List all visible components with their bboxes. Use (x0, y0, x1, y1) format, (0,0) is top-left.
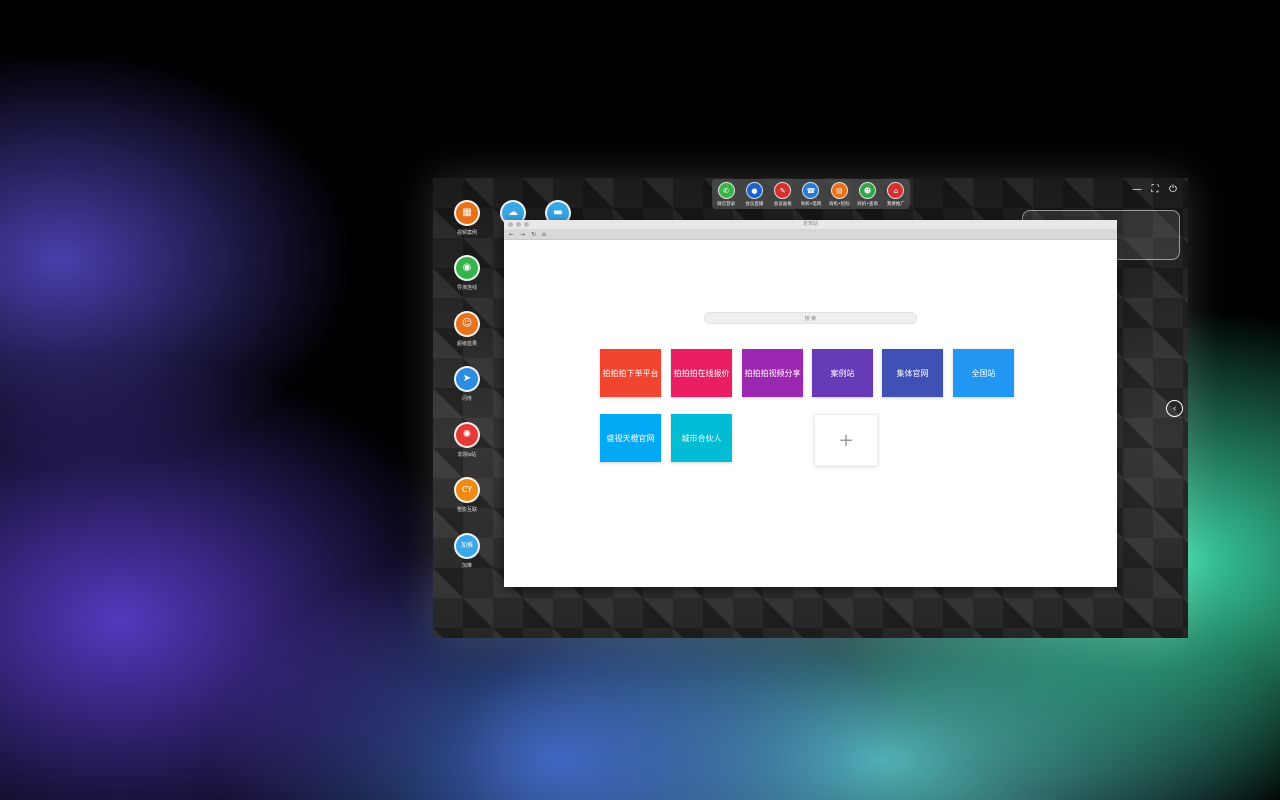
desktop-icon-label: 视频案例 (456, 230, 477, 236)
home-icon[interactable]: ⌂ (542, 231, 546, 238)
tile-online-quote[interactable]: 拍拍拍在线报价 (671, 349, 732, 397)
traffic-lights (508, 222, 529, 227)
film-icon: ▦ (454, 200, 480, 226)
tile-city-partner[interactable]: 城市合伙人 (671, 414, 732, 462)
chevron-left-icon[interactable]: ‹ (1166, 400, 1183, 417)
dock-item-label: 我要推广 (886, 202, 905, 207)
desktop-icon-label: 加推 (461, 563, 472, 569)
desktop-icon-flash-transfer[interactable]: ➤ 闪传 (447, 366, 487, 402)
jiatui-icon: 加推 (454, 533, 480, 559)
close-dot-icon[interactable] (508, 222, 513, 227)
aperture-icon: ✺ (454, 422, 480, 448)
browser-titlebar: 定宋站 (504, 220, 1117, 229)
search-input[interactable]: 搜 索 (704, 312, 917, 324)
tile-video-share[interactable]: 拍拍拍视频分享 (742, 349, 803, 397)
dock-item-label: 微信登录 (717, 202, 736, 207)
minimize-icon[interactable]: — (1132, 184, 1142, 195)
desktop-icon-video-cases[interactable]: ▦ 视频案例 (447, 200, 487, 236)
live-icon: ● (745, 182, 763, 199)
desktop-icon-cy[interactable]: CY 橙影互联 (447, 477, 487, 513)
dock-item-wechat-login[interactable]: ✆ 微信登录 (713, 182, 739, 207)
browser-window: 定宋站 ← → ↻ ⌂ 搜 索 拍拍拍下单平台 拍拍拍在线报价 拍拍拍视频分享 … (504, 220, 1117, 587)
desktop-icon-jiatui[interactable]: 加推 加推 (447, 533, 487, 569)
forward-icon[interactable]: → (520, 231, 525, 238)
browser-navbar: ← → ↻ ⌂ (504, 229, 1117, 240)
dock-item-live[interactable]: ● 会议直播 (741, 182, 767, 207)
dock-item-label: 会议画板 (773, 202, 792, 207)
telegram-icon: ➤ (454, 366, 480, 392)
desktop-icon-label: 闪传 (461, 396, 472, 402)
add-tile-button[interactable]: + (814, 414, 878, 466)
query-icon: ☻ (859, 182, 877, 199)
tile-national-site[interactable]: 全国站 (953, 349, 1014, 397)
team-icon: ☺ (454, 311, 480, 337)
zoom-dot-icon[interactable] (524, 222, 529, 227)
desktop-icon-label: 影院e站 (457, 452, 477, 458)
cy-icon: CY (454, 477, 480, 503)
desktop-icon-cinema[interactable]: ✺ 影院e站 (447, 422, 487, 458)
board-icon: ✎ (774, 182, 792, 199)
dock-item-label: 商机•查询 (857, 202, 878, 207)
webcam-icon: ◉ (454, 255, 480, 281)
reload-icon[interactable]: ↻ (531, 231, 536, 238)
desktop-icon-director[interactable]: ◉ 导演连线 (447, 255, 487, 291)
desktop-icon-label: 超级蓝果 (456, 341, 477, 347)
plus-icon: + (838, 429, 854, 451)
back-icon[interactable]: ← (509, 231, 514, 238)
tile-case-site[interactable]: 案例站 (812, 349, 873, 397)
tile-official-site[interactable]: 盛视天橙官网 (600, 414, 661, 462)
dock-item-label: 商机•电销 (800, 202, 822, 207)
minimize-dot-icon[interactable] (516, 222, 521, 227)
top-dock: ✆ 微信登录 ● 会议直播 ✎ 会议画板 ☎ 商机•电销 ▤ 商机•招标 ☻ 商… (712, 179, 910, 209)
dock-item-board[interactable]: ✎ 会议画板 (770, 182, 796, 207)
tile-group-site[interactable]: 集体官网 (882, 349, 943, 397)
dock-item-bidding[interactable]: ▤ 商机•招标 (826, 182, 852, 207)
dock-item-phone-sales[interactable]: ☎ 商机•电销 (798, 182, 824, 207)
tile-order-platform[interactable]: 拍拍拍下单平台 (600, 349, 661, 397)
desktop-icon-label: 导演连线 (456, 285, 477, 291)
desktop-icon-super[interactable]: ☺ 超级蓝果 (447, 311, 487, 347)
dock-item-promote[interactable]: ⌂ 我要推广 (883, 182, 909, 207)
power-icon[interactable]: ⏻ (1168, 184, 1178, 195)
dock-item-label: 会议直播 (745, 202, 764, 207)
browser-content: 搜 索 拍拍拍下单平台 拍拍拍在线报价 拍拍拍视频分享 案例站 集体官网 全国站… (504, 240, 1117, 587)
phone-icon: ☎ (802, 182, 820, 199)
dock-item-label: 商机•招标 (828, 202, 850, 207)
wechat-icon: ✆ (717, 182, 735, 199)
browser-title: 定宋站 (802, 221, 818, 227)
desktop-icon-label: 橙影互联 (456, 507, 477, 513)
dock-item-query[interactable]: ☻ 商机•查询 (855, 182, 881, 207)
window-controls: — ⛶ ⏻ (1132, 184, 1178, 195)
fullscreen-icon[interactable]: ⛶ (1150, 184, 1160, 195)
promote-icon: ⌂ (887, 182, 905, 199)
bid-icon: ▤ (830, 182, 848, 199)
